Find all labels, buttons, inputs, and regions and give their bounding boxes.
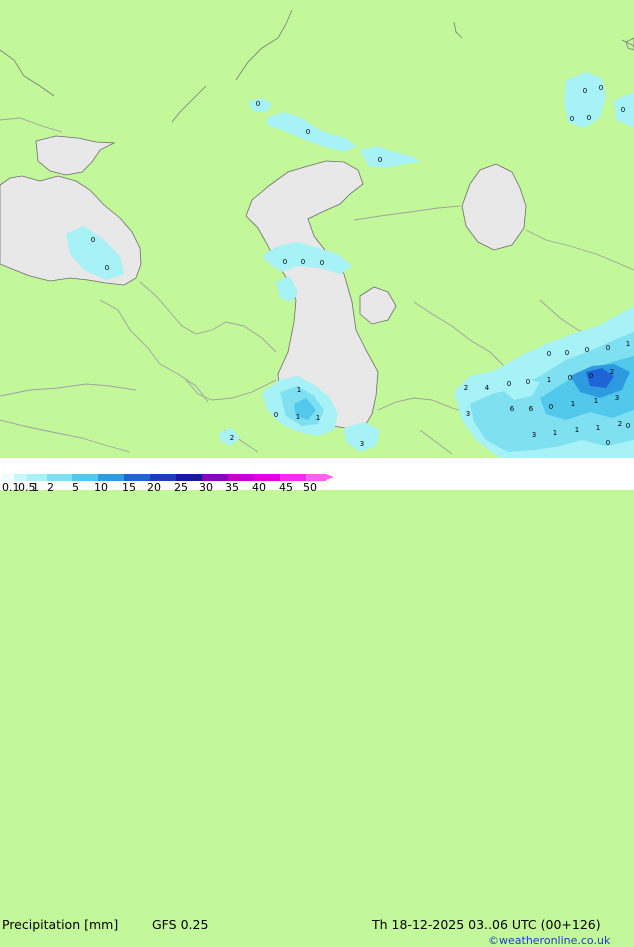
colorbar-segment [47,474,72,481]
precip-value-label: 0 [320,259,324,267]
colorbar-segment [176,474,202,481]
legend-title: Precipitation [mm] [2,917,119,932]
precip-value-label: 1 [626,340,630,348]
precip-value-label: 0 [589,372,593,380]
precip-value-label: 0 [306,128,310,136]
colorbar-segment [27,474,47,481]
colorbar-tick-label: 25 [174,481,188,494]
credit-link[interactable]: ©weatheronline.co.uk [488,935,610,946]
colorbar-tick-label: 20 [147,481,161,494]
colorbar-segment [254,474,280,481]
precipitation-map: 0000 00 00000 0 00 0 0 0 12 4 0 0 1 0 0 236 6 0 1 1 33 1 1 1 210… [0,0,634,458]
colorbar-tick-label: 10 [94,481,108,494]
precip-value-label: 0 [256,100,260,108]
precip-value-label: 4 [485,384,490,392]
precip-value-label: 2 [230,434,234,442]
colorbar-segment [202,474,228,481]
colorbar-segment [124,474,150,481]
precip-value-label: 1 [596,424,600,432]
precip-value-label: 1 [296,413,300,421]
precip-value-label: 1 [547,376,551,384]
colorbar-segment [2,474,14,481]
colorbar-segment [72,474,98,481]
colorbar-tick-label: 40 [252,481,266,494]
precip-value-label: 2 [464,384,468,392]
precip-value-label: 0 [547,350,551,358]
model-name: GFS 0.25 [152,917,209,932]
precip-value-label: 0 [621,106,625,114]
colorbar-segment [150,474,176,481]
precip-value-label: 1 [316,414,320,422]
precip-value-label: 1 [575,426,579,434]
precip-value-label: 0 [378,156,382,164]
colorbar-segment [306,474,326,481]
colorbar-tick-label: 45 [279,481,293,494]
valid-time: Th 18-12-2025 03..06 UTC (00+126) [372,917,601,932]
precip-value-label: 0 [91,236,95,244]
colorbar-tick-label: 35 [225,481,239,494]
colorbar-tick-label: 50 [303,481,317,494]
precip-value-label: 0 [587,114,591,122]
precip-value-label: 0 [568,374,572,382]
precip-value-label: 3 [532,431,536,439]
precip-value-label: 6 [529,405,534,413]
precip-value-label: 3 [466,410,470,418]
precip-value-label: 0 [565,349,569,357]
precip-value-label: 1 [297,386,301,394]
colorbar-tick-label: 15 [122,481,136,494]
colorbar-segment [228,474,254,481]
precip-value-label: 0 [274,411,278,419]
precip-value-label: 1 [553,429,557,437]
colorbar-tick-label: 30 [199,481,213,494]
precip-value-label: 3 [360,440,364,448]
precip-value-label: 0 [626,422,630,430]
colorbar-tick-label: 2 [47,481,54,494]
precip-value-label: 0 [585,346,589,354]
precip-value-label: 0 [549,403,553,411]
precip-value-label: 3 [615,394,619,402]
precip-value-label: 2 [610,368,614,376]
precip-value-label: 2 [618,420,622,428]
precip-value-label: 0 [570,115,574,123]
precip-value-label: 0 [526,378,530,386]
precip-value-label: 1 [594,397,598,405]
precip-value-label: 0 [301,258,305,266]
colorbar-tick-label: 1 [32,481,39,494]
colorbar-segment [98,474,124,481]
colorbar-tick-label: 0.1 [2,481,20,494]
precip-value-label: 0 [606,344,610,352]
precip-value-label: 0 [507,380,511,388]
precip-value-label: 6 [510,405,515,413]
precip-value-label: 0 [606,439,610,447]
precip-value-label: 0 [583,87,587,95]
precip-value-label: 1 [571,400,575,408]
colorbar-segment [280,474,306,481]
colorbar-arrow [326,474,334,480]
precip-value-label: 0 [283,258,287,266]
precip-value-label: 0 [599,84,603,92]
colorbar-segment [14,474,27,481]
precip-value-label: 0 [105,264,109,272]
colorbar-tick-label: 5 [72,481,79,494]
